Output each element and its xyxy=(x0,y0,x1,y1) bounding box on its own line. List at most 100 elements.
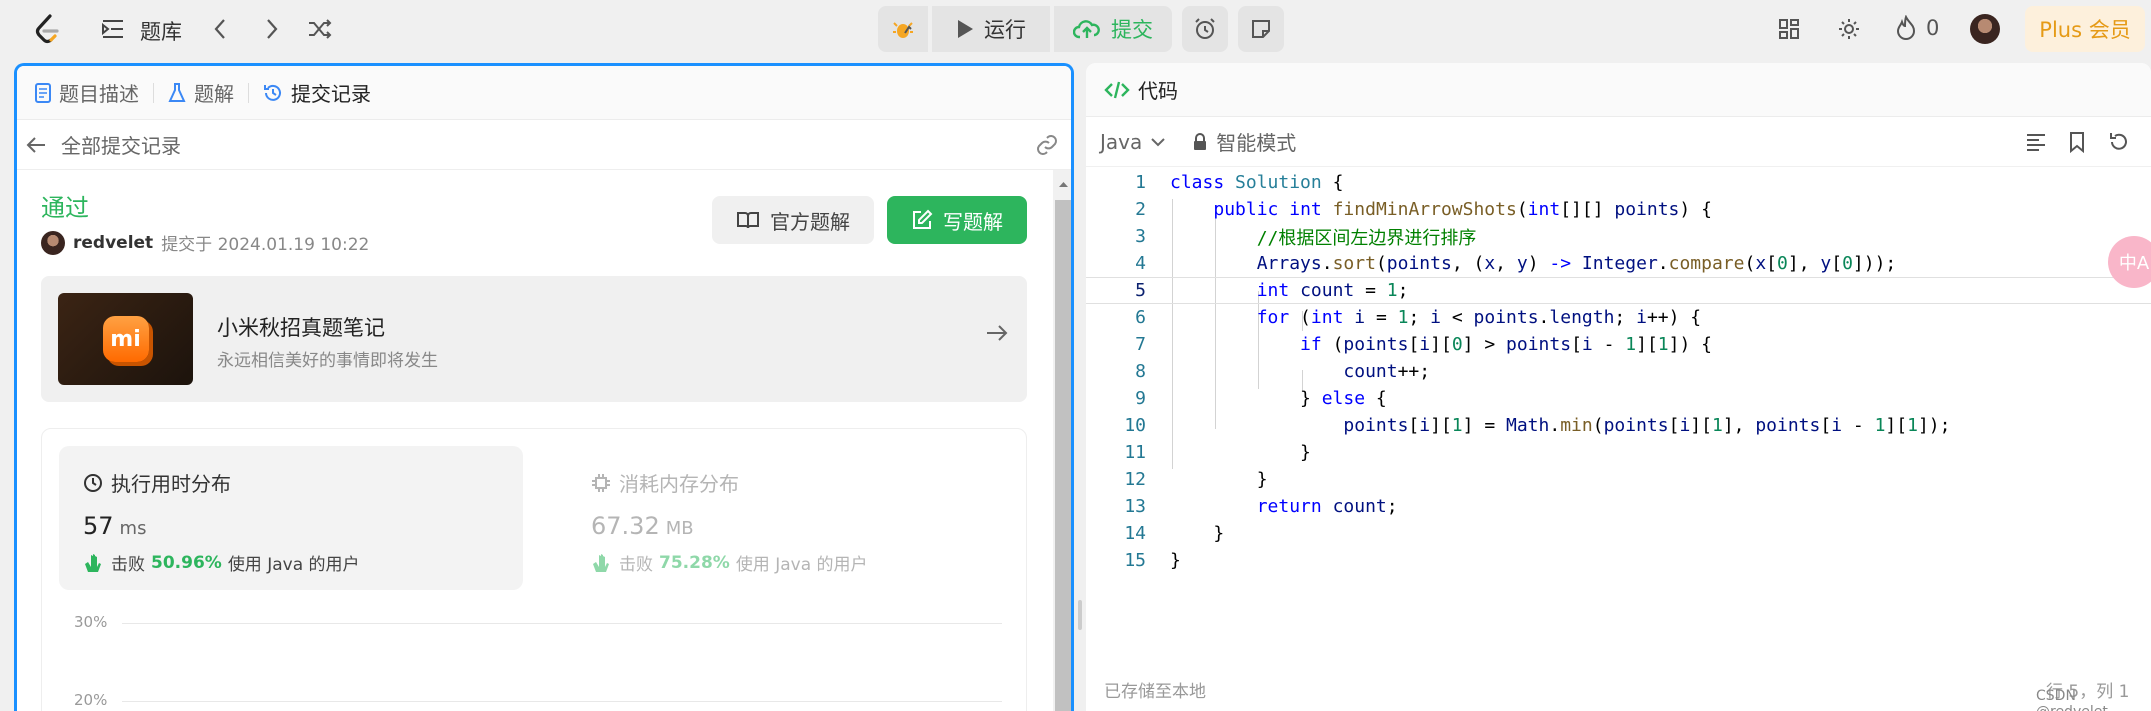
promo-title: 小米秋招真题笔记 xyxy=(217,316,385,340)
promo-card[interactable]: mi 小米秋招真题笔记 永远相信美好的事情即将发生 xyxy=(41,276,1027,402)
memory-beat: 击败 75.28% 使用 Java 的用户 xyxy=(591,550,868,575)
settings-gear-icon[interactable] xyxy=(1836,16,1862,42)
memory-beat-suffix: 使用 Java 的用户 xyxy=(735,555,868,575)
user-avatar[interactable] xyxy=(1970,14,2000,44)
language-label: Java xyxy=(1100,129,1143,154)
write-solution-label: 写题解 xyxy=(943,209,1003,234)
all-submissions-link[interactable]: 全部提交记录 xyxy=(61,130,181,159)
memory-unit: MB xyxy=(665,518,694,539)
author-avatar[interactable] xyxy=(41,230,65,255)
bookmark-icon[interactable] xyxy=(2068,131,2086,153)
code-icon xyxy=(1104,81,1130,98)
code-editor[interactable]: 1 class Solution { 2 public int findMinAr… xyxy=(1086,169,2151,649)
line-number: 7 xyxy=(1135,334,1146,355)
problem-list-icon[interactable] xyxy=(100,16,126,42)
tab-separator xyxy=(248,82,249,103)
divider-grip[interactable] xyxy=(1078,600,1082,630)
prev-problem-icon[interactable] xyxy=(208,16,232,42)
memory-value: 67.32 xyxy=(591,512,660,540)
tab-solutions[interactable]: 题解 xyxy=(168,78,234,107)
runtime-value-row: 57 ms xyxy=(83,512,146,540)
cloud-upload-icon xyxy=(1073,20,1100,39)
arrow-right-icon xyxy=(987,325,1008,341)
run-button[interactable]: 运行 xyxy=(932,6,1050,52)
code-line: 6 for (int i = 1; i < points.length; i++… xyxy=(1086,304,2151,331)
author-name[interactable]: redvelet xyxy=(73,233,153,253)
leetcode-logo-icon[interactable] xyxy=(30,12,64,46)
tab-submissions[interactable]: 提交记录 xyxy=(263,78,371,107)
clap-hands-icon xyxy=(593,553,609,572)
problem-bank-label[interactable]: 题库 xyxy=(140,16,182,46)
editor-footer: 已存储至本地 xyxy=(1086,667,2151,711)
chart-tick-label: 30% xyxy=(74,613,108,631)
tab-separator xyxy=(153,82,154,103)
submission-subbar: 全部提交记录 xyxy=(17,120,1071,170)
chart-tick-label: 20% xyxy=(74,691,108,709)
reset-icon[interactable] xyxy=(2108,131,2130,153)
memory-beat-prefix: 击败 xyxy=(619,555,653,575)
edit-icon xyxy=(913,209,933,229)
code-panel: 代码 Java 智能模式 1 class Solution { 2 public … xyxy=(1086,63,2151,711)
play-icon xyxy=(958,20,973,38)
official-solution-button[interactable]: 官方题解 xyxy=(712,196,874,244)
code-line: 1 class Solution { xyxy=(1086,169,2151,196)
format-code-icon[interactable] xyxy=(2025,132,2047,152)
chart-gridline xyxy=(122,701,1002,702)
line-number: 15 xyxy=(1124,550,1146,571)
submit-button[interactable]: 提交 xyxy=(1054,6,1172,52)
watermark: CSDN @redvelet xyxy=(2036,688,2108,711)
code-line: 10 points[i][1] = Math.min(points[i][1],… xyxy=(1086,412,2151,439)
write-solution-button[interactable]: 写题解 xyxy=(887,196,1027,244)
runtime-card[interactable]: 执行用时分布 57 ms 击败 50.96% 使用 Java 的用户 xyxy=(59,446,523,590)
code-line: 11 } xyxy=(1086,439,2151,466)
chevron-down-icon xyxy=(1151,137,1165,146)
scroll-thumb[interactable] xyxy=(1055,200,1071,711)
smart-mode-toggle[interactable]: 智能模式 xyxy=(1192,127,1296,156)
layout-icon[interactable] xyxy=(1776,16,1802,42)
author-row: redvelet 提交于 2024.01.19 10:22 xyxy=(41,230,369,255)
code-line: 14 } xyxy=(1086,520,2151,547)
smart-mode-label: 智能模式 xyxy=(1216,131,1297,155)
official-solution-label: 官方题解 xyxy=(770,209,850,234)
memory-header: 消耗内存分布 xyxy=(591,468,739,497)
runtime-beat-suffix: 使用 Java 的用户 xyxy=(227,555,360,575)
scroll-up-icon[interactable] xyxy=(1053,174,1074,194)
notes-button[interactable] xyxy=(1238,6,1284,52)
code-line: 13 return count; xyxy=(1086,493,2151,520)
book-icon xyxy=(737,212,759,229)
runtime-beat-prefix: 击败 xyxy=(111,555,145,575)
chart-gridline xyxy=(122,623,1002,624)
next-problem-icon[interactable] xyxy=(260,16,284,42)
code-line: 3 //根据区间左边界进行排序 xyxy=(1086,223,2151,250)
line-number: 10 xyxy=(1124,415,1146,436)
shuffle-icon[interactable] xyxy=(306,16,334,42)
run-label: 运行 xyxy=(984,18,1026,42)
runtime-unit: ms xyxy=(119,518,147,539)
left-scrollbar[interactable] xyxy=(1053,170,1074,711)
code-panel-title: 代码 xyxy=(1138,79,1178,103)
submit-label: 提交 xyxy=(1111,18,1153,42)
clock-icon xyxy=(84,473,102,492)
line-number: 5 xyxy=(1135,280,1146,301)
bug-icon xyxy=(893,22,913,38)
runtime-beat-pct: 50.96% xyxy=(151,552,222,573)
back-arrow-icon[interactable] xyxy=(25,135,47,155)
translate-float-button[interactable]: 中A xyxy=(2108,236,2151,288)
top-bar: 题库 运行 提交 0 Plus 会员 xyxy=(0,0,2151,58)
streak-fire-icon[interactable] xyxy=(1894,14,1918,42)
runtime-value: 57 xyxy=(83,512,114,540)
tab-description[interactable]: 题目描述 xyxy=(35,78,139,107)
timer-button[interactable] xyxy=(1182,6,1228,52)
code-panel-header: 代码 xyxy=(1086,63,2151,117)
memory-card[interactable]: 消耗内存分布 67.32 MB 击败 75.28% 使用 Java 的用户 xyxy=(567,446,1007,590)
debug-button[interactable] xyxy=(878,6,928,52)
line-number: 14 xyxy=(1124,523,1146,544)
streak-count: 0 xyxy=(1926,16,1940,40)
runtime-header: 执行用时分布 xyxy=(83,468,231,497)
link-icon[interactable] xyxy=(1035,133,1059,157)
left-panel: 题目描述 题解 提交记录 全部提交记录 通过 redvelet 提交于 2024… xyxy=(14,63,1074,711)
language-selector[interactable]: Java xyxy=(1100,130,1166,154)
tab-description-label: 题目描述 xyxy=(59,82,139,106)
plus-membership-button[interactable]: Plus 会员 xyxy=(2025,6,2145,52)
line-number: 11 xyxy=(1124,442,1146,463)
